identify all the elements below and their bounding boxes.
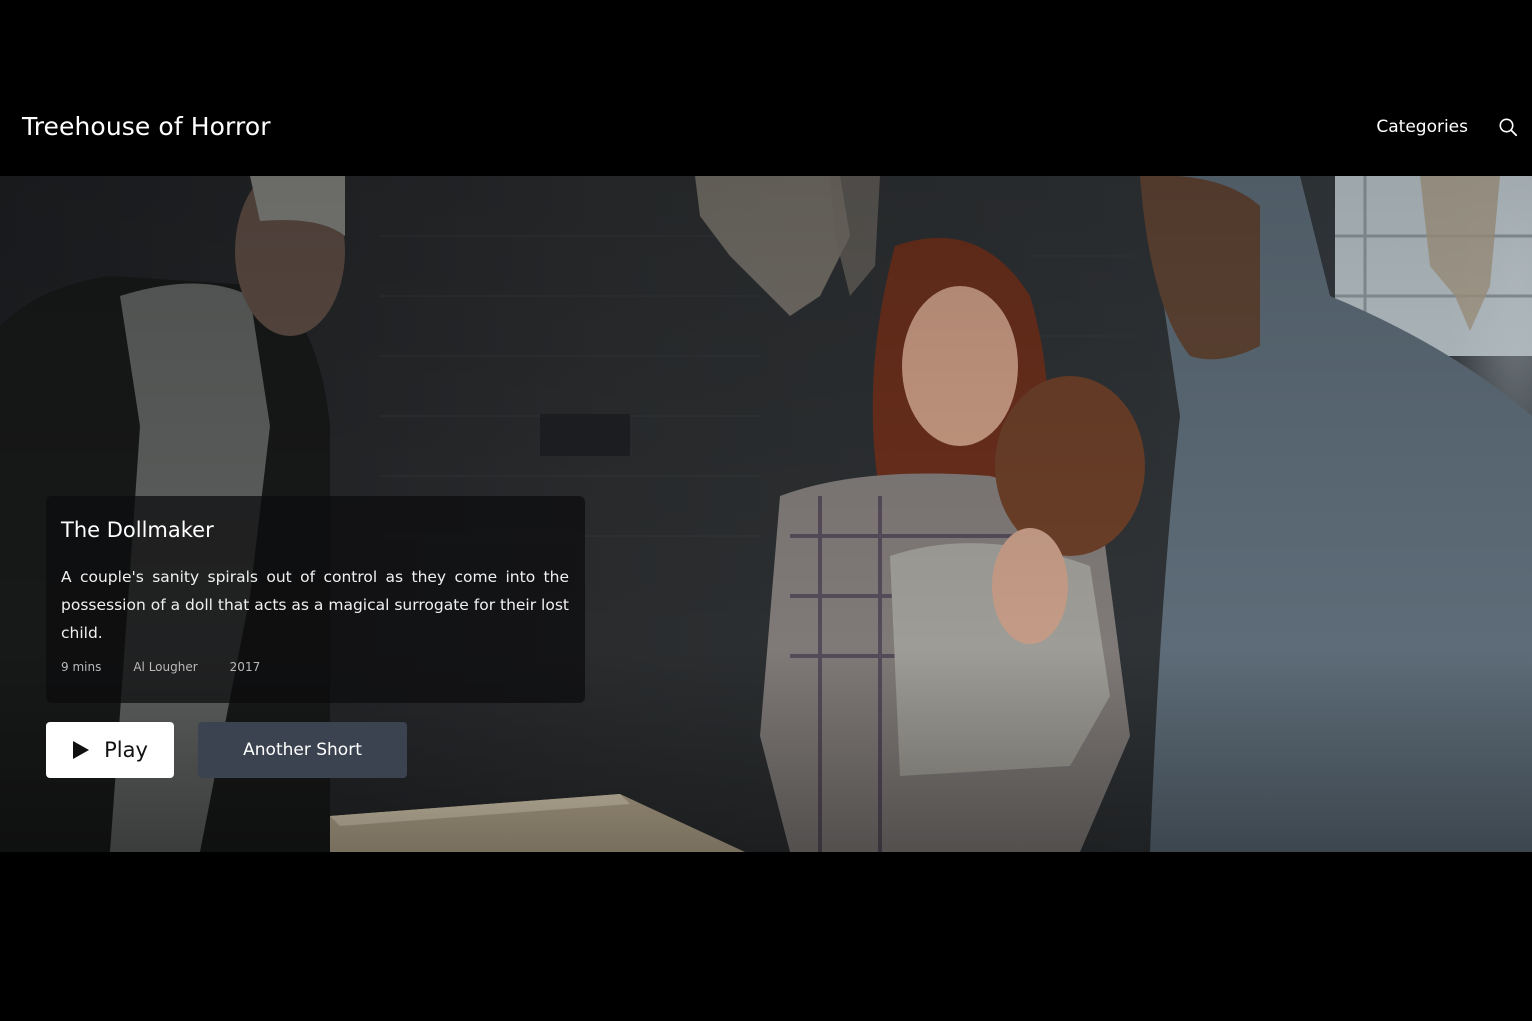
film-title: The Dollmaker [61, 518, 214, 542]
play-icon [73, 741, 90, 759]
search-icon[interactable] [1498, 117, 1518, 137]
top-nav: Categories [1376, 117, 1518, 137]
play-button-label: Play [104, 738, 148, 762]
another-short-label: Another Short [243, 740, 362, 760]
film-meta: 9 mins Al Lougher 2017 [61, 660, 569, 674]
film-description: A couple's sanity spirals out of control… [61, 568, 569, 642]
site-title[interactable]: Treehouse of Horror [22, 112, 271, 141]
another-short-button[interactable]: Another Short [198, 722, 407, 778]
nav-categories-link[interactable]: Categories [1376, 117, 1468, 137]
film-year: 2017 [229, 660, 261, 674]
play-button[interactable]: Play [46, 722, 174, 778]
hero-banner: The Dollmaker A couple's sanity spirals … [0, 176, 1532, 852]
film-director: Al Lougher [133, 660, 198, 674]
featured-info-card: The Dollmaker A couple's sanity spirals … [46, 496, 585, 703]
film-duration: 9 mins [61, 660, 102, 674]
